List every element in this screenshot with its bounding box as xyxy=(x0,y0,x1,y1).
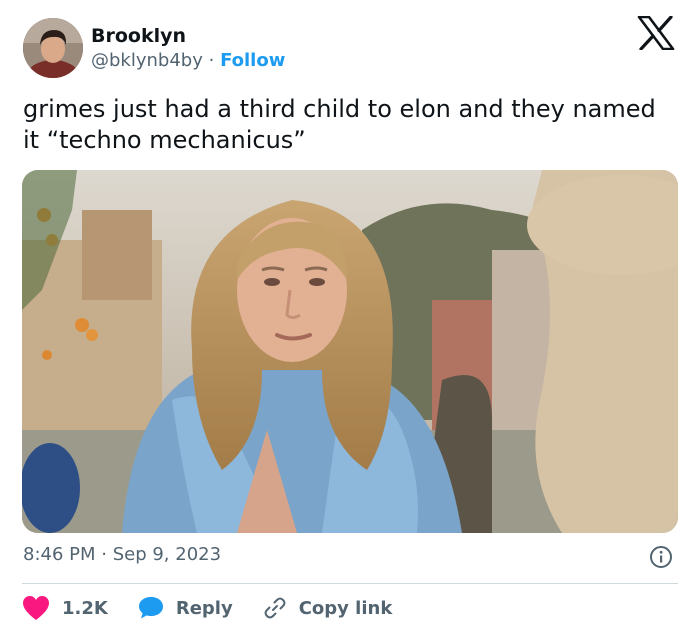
divider xyxy=(22,583,678,584)
author-name[interactable]: Brooklyn xyxy=(91,24,186,48)
tweet-text: grimes just had a third child to elon an… xyxy=(23,95,656,154)
author-handle-row: @bklynb4by · Follow xyxy=(91,50,285,72)
copy-link-label: Copy link xyxy=(298,597,393,619)
heart-icon xyxy=(23,596,49,620)
tweet-timestamp[interactable]: 8:46 PM · Sep 9, 2023 xyxy=(23,543,221,567)
follow-button[interactable]: Follow xyxy=(220,50,285,71)
like-button[interactable]: 1.2K xyxy=(22,595,108,621)
tweet-card: Brooklyn @bklynb4by · Follow grimes just… xyxy=(0,0,700,635)
chat-bubble-icon xyxy=(138,597,163,619)
tweet-actions: 1.2K Reply Copy link xyxy=(22,594,422,622)
x-logo-icon[interactable] xyxy=(637,15,675,51)
reply-button[interactable]: Reply xyxy=(138,596,233,620)
like-count: 1.2K xyxy=(62,597,108,619)
handle-separator: · xyxy=(208,50,215,71)
reply-label: Reply xyxy=(175,597,233,619)
avatar[interactable] xyxy=(23,18,83,78)
link-icon xyxy=(264,597,286,619)
info-icon[interactable] xyxy=(649,545,673,569)
author-handle[interactable]: @bklynb4by xyxy=(91,50,203,71)
copy-link-button[interactable]: Copy link xyxy=(263,596,393,620)
tweet-media-image[interactable] xyxy=(22,170,678,533)
